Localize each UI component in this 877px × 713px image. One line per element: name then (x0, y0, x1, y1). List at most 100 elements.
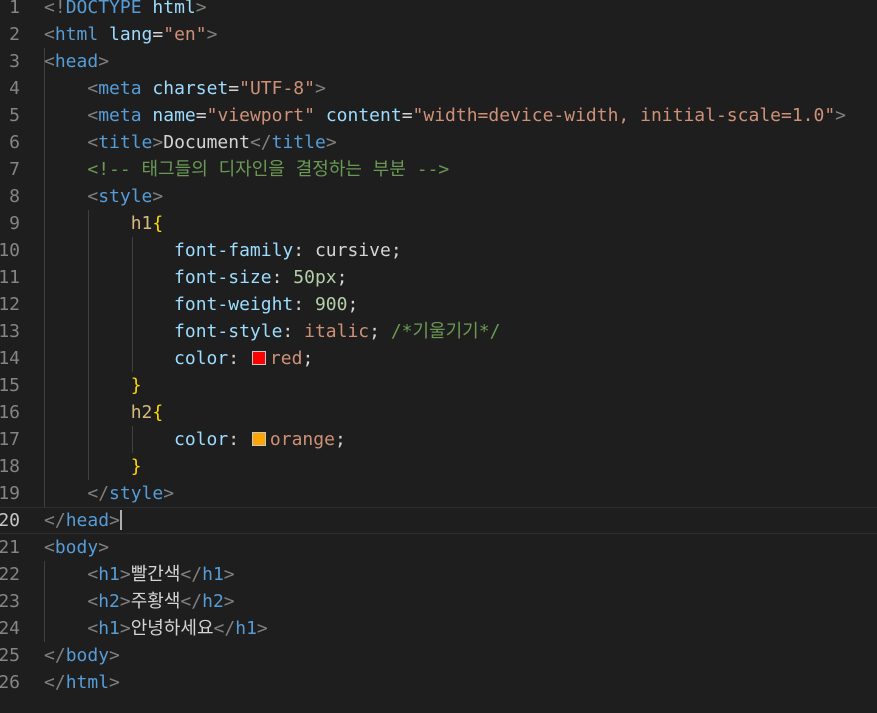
token-bracket: > (119, 564, 131, 585)
code-line[interactable]: 13 font-style: italic; /*기울기기*/ (0, 318, 877, 345)
code-line[interactable]: 23 <h2>주황색</h2> (0, 588, 877, 615)
code-line[interactable]: 16 h2{ (0, 399, 877, 426)
token-brace: { (152, 402, 164, 423)
token-prop: color (174, 429, 229, 450)
code-line[interactable]: 8 <style> (0, 183, 877, 210)
code-text: <meta name="viewport" content="width=dev… (44, 102, 846, 129)
token-bracket: < (87, 618, 99, 639)
line-number: 21 (0, 537, 20, 558)
color-swatch-icon[interactable] (251, 351, 266, 365)
token-bracket: > (98, 537, 110, 558)
token-punc: = (228, 78, 240, 99)
code-text: color: red; (44, 345, 313, 372)
token-bracket: < (87, 105, 99, 126)
token-attr: html (152, 0, 196, 18)
code-line[interactable]: 22 <h1>빨간색</h1> (0, 561, 877, 588)
code-line[interactable]: 1 <!DOCTYPE html> (0, 0, 877, 21)
code-line[interactable]: 21 <body> (0, 534, 877, 561)
code-text: </head> (44, 508, 122, 533)
token-sel: h2 (130, 402, 153, 423)
token-punc: : (293, 240, 315, 261)
line-number: 5 (9, 105, 20, 126)
code-line[interactable]: 9 h1{ (0, 210, 877, 237)
line-number: 6 (9, 132, 20, 153)
code-text: font-family: cursive; (44, 237, 402, 264)
token-bracket: < (44, 537, 55, 558)
code-text: <body> (44, 534, 109, 561)
line-number: 9 (9, 213, 20, 234)
token-num: 900 (314, 294, 348, 315)
token-bracket: </ (213, 618, 236, 639)
line-number: 24 (0, 618, 20, 639)
token-comment: /*기울기기*/ (390, 321, 501, 342)
line-number: 26 (0, 672, 20, 693)
token-str: "viewport" (206, 105, 315, 126)
code-line[interactable]: 25 </body> (0, 642, 877, 669)
code-line[interactable]: 26 </html> (0, 669, 877, 696)
code-text: <!DOCTYPE html> (44, 0, 207, 21)
token-tag: style (109, 483, 164, 504)
code-text: <h1>빨간색</h1> (44, 561, 235, 588)
line-number: 3 (9, 51, 20, 72)
code-line[interactable]: 19 </style> (0, 480, 877, 507)
token-bracket: > (109, 672, 120, 693)
code-line[interactable]: 6 <title>Document</title> (0, 129, 877, 156)
code-line[interactable]: 18 } (0, 453, 877, 480)
code-line[interactable]: 2 <html lang="en"> (0, 21, 877, 48)
token-bracket: < (87, 564, 99, 585)
line-number: 19 (0, 483, 20, 504)
code-line[interactable]: 20 </head> (0, 507, 877, 534)
code-line[interactable]: 11 font-size: 50px; (0, 264, 877, 291)
code-line[interactable]: 3 <head> (0, 48, 877, 75)
code-line[interactable]: 12 font-weight: 900; (0, 291, 877, 318)
code-line[interactable]: 7 <!-- 태그들의 디자인을 결정하는 부분 --> (0, 156, 877, 183)
token-val: italic (304, 321, 370, 342)
token-punc: ; (334, 429, 346, 450)
token-bracket: > (223, 564, 235, 585)
code-line[interactable]: 5 <meta name="viewport" content="width=d… (0, 102, 877, 129)
code-line[interactable]: 17 color: orange; (0, 426, 877, 453)
token-bracket: > (256, 618, 268, 639)
token-punc: ; (336, 267, 348, 288)
code-text: } (44, 453, 142, 480)
token-prop: color (174, 348, 229, 369)
code-line[interactable]: 15 } (0, 372, 877, 399)
token-punc: = (152, 24, 164, 45)
line-number: 11 (0, 267, 20, 288)
line-number: 13 (0, 321, 20, 342)
token-bracket: </ (249, 132, 272, 153)
code-line[interactable]: 24 <h1>안녕하세요</h1> (0, 615, 877, 642)
token-punc: : (228, 429, 250, 450)
code-editor[interactable]: 1 <!DOCTYPE html> 2 <html lang="en"> 3 <head>… (0, 0, 877, 713)
code-text: <meta charset="UTF-8"> (44, 75, 325, 102)
token-bracket: </ (87, 483, 110, 504)
token-tag: h2 (202, 591, 224, 612)
token-tag: body (65, 645, 110, 666)
code-line[interactable]: 10 font-family: cursive; (0, 237, 877, 264)
color-swatch-icon[interactable] (251, 432, 266, 446)
token-tag: title (98, 132, 153, 153)
code-line[interactable]: 14 color: red; (0, 345, 877, 372)
token-bracket: > (835, 105, 847, 126)
line-number: 22 (0, 564, 20, 585)
token-bracket: </ (44, 672, 66, 693)
token-punc: : (293, 294, 315, 315)
token-tag: h1 (202, 564, 224, 585)
code-line[interactable]: 4 <meta charset="UTF-8"> (0, 75, 877, 102)
token-tag: h2 (98, 591, 120, 612)
token-attr: content (325, 105, 402, 126)
code-text: <style> (44, 183, 163, 210)
token-tag: title (271, 132, 326, 153)
token-tag: meta (98, 78, 142, 99)
code-text: font-style: italic; /*기울기기*/ (44, 318, 500, 345)
token-tag: style (98, 186, 153, 207)
